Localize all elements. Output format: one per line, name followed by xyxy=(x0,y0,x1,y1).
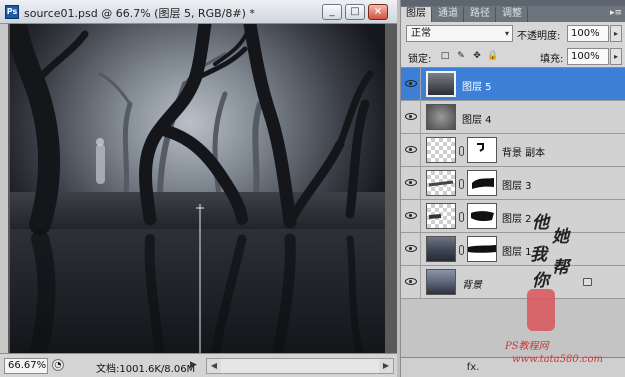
visibility-toggle[interactable] xyxy=(401,266,421,298)
watermark-char: 我 xyxy=(530,245,547,265)
scroll-right-icon[interactable]: ▶ xyxy=(379,359,393,373)
eye-icon xyxy=(405,212,417,219)
watermark-char: 他 xyxy=(532,213,549,233)
document-status-bar: 66.67% ◔ 文档:1001.6K/8.06M ▶ ◀ ▶ xyxy=(0,353,397,377)
eye-icon xyxy=(405,146,417,153)
watermark-char: 她 xyxy=(552,227,569,247)
visibility-toggle[interactable] xyxy=(401,167,421,199)
layer-name: 图层 2 xyxy=(502,214,532,225)
layer-name: 背景 副本 xyxy=(502,148,546,159)
link-chain-icon[interactable] xyxy=(459,212,464,222)
zoom-field[interactable]: 66.67% xyxy=(4,358,48,374)
foggy-forest-image xyxy=(10,24,385,353)
layer-row-background[interactable]: 背景 xyxy=(401,266,625,299)
lock-label: 锁定: xyxy=(408,54,432,65)
visibility-toggle[interactable] xyxy=(401,68,421,100)
lock-row: 锁定: □ ✎ ✥ 🔒 填充: 100% ▸ xyxy=(401,45,625,67)
layer-name: 图层 4 xyxy=(462,115,492,126)
layer-name: 图层 3 xyxy=(502,181,532,192)
layer-name: 图层 1 xyxy=(502,247,532,258)
opacity-label: 不透明度: xyxy=(517,31,561,42)
chevron-down-icon: ▾ xyxy=(504,29,509,38)
link-chain-icon[interactable] xyxy=(459,245,464,255)
layer-mask-thumbnail[interactable] xyxy=(467,203,497,229)
layers-list: 图层 5 图层 4 背景 副本 图层 3 图层 2 图层 1 背景 xyxy=(401,67,625,357)
canvas-area xyxy=(0,24,397,353)
status-info-icon[interactable]: ◔ xyxy=(52,359,64,371)
visibility-toggle[interactable] xyxy=(401,200,421,232)
document-title: source01.psd @ 66.7% (图层 5, RGB/8#) * xyxy=(24,7,255,20)
fill-label: 填充: xyxy=(540,54,564,65)
layer-thumbnail xyxy=(426,236,456,262)
eye-icon xyxy=(405,113,417,120)
watermark-url: www.tata580.com xyxy=(512,354,604,365)
photoshop-workspace: Ps source01.psd @ 66.7% (图层 5, RGB/8#) *… xyxy=(0,0,625,377)
blend-mode-value: 正常 xyxy=(411,28,431,39)
blend-mode-select[interactable]: 正常 ▾ xyxy=(406,25,513,42)
layer-row-3[interactable]: 图层 3 xyxy=(401,167,625,200)
layer-mask-thumbnail[interactable] xyxy=(467,170,497,196)
layers-panel: 图层 通道 路径 调整 ▸≡ 正常 ▾ 不透明度: 100% ▸ 锁定: □ ✎… xyxy=(400,0,625,377)
tab-paths[interactable]: 路径 xyxy=(465,7,496,22)
lock-pixels-icon[interactable]: ✎ xyxy=(455,50,467,62)
document-window: Ps source01.psd @ 66.7% (图层 5, RGB/8#) *… xyxy=(0,0,397,377)
layer-thumbnail xyxy=(426,269,456,295)
watermark-site-name: PS教程网 xyxy=(505,341,549,352)
horizontal-scrollbar[interactable]: ◀ ▶ xyxy=(206,358,394,374)
watermark-char: 你 xyxy=(532,271,549,291)
layer-name: 图层 5 xyxy=(462,82,492,93)
document-titlebar[interactable]: Ps source01.psd @ 66.7% (图层 5, RGB/8#) *… xyxy=(0,0,397,24)
close-button[interactable]: × xyxy=(368,4,388,20)
blend-row: 正常 ▾ 不透明度: 100% ▸ xyxy=(401,22,625,44)
visibility-toggle[interactable] xyxy=(401,233,421,265)
watermark-char: 帮 xyxy=(552,258,569,278)
panel-tabbar: 图层 通道 路径 调整 ▸≡ xyxy=(401,6,625,22)
status-menu-arrow-icon[interactable]: ▶ xyxy=(190,360,197,370)
layer-thumbnail xyxy=(426,137,456,163)
visibility-toggle[interactable] xyxy=(401,134,421,166)
link-chain-icon[interactable] xyxy=(459,179,464,189)
layer-row-1[interactable]: 图层 1 xyxy=(401,233,625,266)
link-chain-icon[interactable] xyxy=(459,146,464,156)
scroll-left-icon[interactable]: ◀ xyxy=(207,359,221,373)
visibility-toggle[interactable] xyxy=(401,101,421,133)
layer-thumbnail xyxy=(426,203,456,229)
eye-icon xyxy=(405,278,417,285)
photoshop-app-icon: Ps xyxy=(5,5,19,19)
tab-adjustments[interactable]: 调整 xyxy=(497,7,528,22)
layer-mask-thumbnail[interactable] xyxy=(467,137,497,163)
layer-thumbnail xyxy=(426,170,456,196)
lock-all-icon[interactable]: 🔒 xyxy=(487,50,499,62)
eye-icon xyxy=(405,80,417,87)
layer-thumbnail xyxy=(426,104,456,130)
opacity-field[interactable]: 100% xyxy=(567,25,609,42)
layer-lock-icon xyxy=(583,278,592,286)
fx-icon[interactable]: fx. xyxy=(463,361,483,375)
lock-transparency-icon[interactable]: □ xyxy=(439,50,451,62)
image-canvas[interactable] xyxy=(10,24,385,353)
lock-position-icon[interactable]: ✥ xyxy=(471,50,483,62)
tab-layers[interactable]: 图层 xyxy=(401,7,432,22)
eye-icon xyxy=(405,179,417,186)
document-size-info: 文档:1001.6K/8.06M xyxy=(96,364,196,375)
fill-field[interactable]: 100% xyxy=(567,48,609,65)
maximize-button[interactable]: □ xyxy=(345,4,365,20)
panel-menu-icon[interactable]: ▸≡ xyxy=(610,8,622,18)
layer-name: 背景 xyxy=(462,280,482,291)
eye-icon xyxy=(405,245,417,252)
fill-slider-arrow-icon[interactable]: ▸ xyxy=(610,48,622,65)
tab-channels[interactable]: 通道 xyxy=(433,7,464,22)
minimize-button[interactable]: _ xyxy=(322,4,342,20)
red-seal-stamp xyxy=(527,289,555,331)
layer-thumbnail xyxy=(426,71,456,97)
layer-row-5[interactable]: 图层 5 xyxy=(401,68,625,101)
opacity-slider-arrow-icon[interactable]: ▸ xyxy=(610,25,622,42)
layer-row-2[interactable]: 图层 2 xyxy=(401,200,625,233)
layer-mask-thumbnail[interactable] xyxy=(467,236,497,262)
layer-row-4[interactable]: 图层 4 xyxy=(401,101,625,134)
layer-row-background-copy[interactable]: 背景 副本 xyxy=(401,134,625,167)
